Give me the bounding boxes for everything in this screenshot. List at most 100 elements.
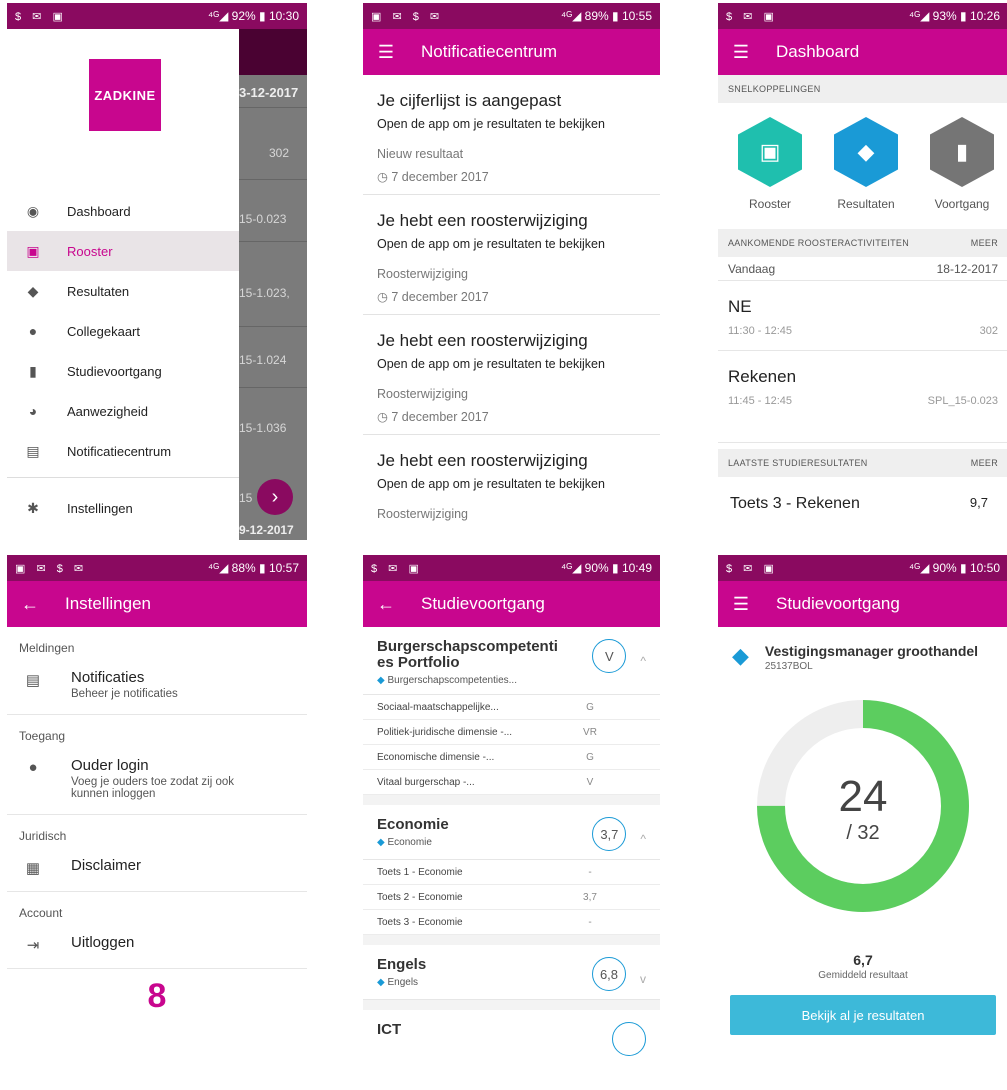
row-grade: G [586, 751, 594, 763]
menu-item-aanwezigheid[interactable]: ◕ Aanwezigheid [7, 391, 239, 431]
course-header[interactable]: Economie ◆ Economie 3,7 ^ [363, 805, 660, 860]
background-cell: 302 [269, 146, 290, 160]
person-icon: ● [28, 323, 38, 339]
result-row: Toets 1 - Economie - [363, 860, 660, 885]
course-name: Burgerschapscompetenti es Portfolio [377, 638, 558, 671]
status-icons: $ ✉ ▣ [371, 562, 423, 575]
status-icons: $ ✉ ▣ [15, 10, 67, 23]
chevron-up-icon[interactable]: ^ [640, 654, 646, 668]
menu-item-instellingen[interactable]: ✱ Instellingen [7, 488, 239, 528]
back-arrow-icon[interactable]: ← [19, 594, 41, 615]
notification-date: ◷ 7 december 2017 [377, 170, 489, 184]
menu-item-collegekaart[interactable]: ● Collegekaart [7, 311, 239, 351]
status-icons: ▣ ✉ $ ✉ [371, 10, 444, 23]
notification-category: Roosterwijziging [377, 387, 469, 401]
setting-disclaimer[interactable]: ▦ Disclaimer [7, 857, 307, 891]
result-item[interactable]: Toets 3 - Rekenen 9,7 [718, 477, 1007, 513]
program-code: 25137BOL [764, 661, 813, 672]
setting-ouder-login[interactable]: ● Ouder login Voeg je ouders toe zodat zi… [7, 757, 307, 814]
day-date: 18-12-2017 [936, 261, 998, 276]
result-row: Politiek-juridische dimensie -... VR [363, 720, 660, 745]
section-title: SNELKOPPELINGEN [728, 84, 821, 94]
menu-item-label: Instellingen [67, 500, 133, 516]
status-bar: $ ✉ ▣ ⁴ᴳ◢ 93% ▮ 10:26 [718, 3, 1007, 29]
shortcut-resultaten[interactable]: ◆ Resultaten [826, 117, 906, 229]
app-bar: ← Instellingen [7, 581, 307, 627]
background-date: 3-12-2017 [239, 85, 299, 100]
average-value: 6,7 [853, 952, 873, 968]
hamburger-menu-icon[interactable]: ☰ [730, 594, 752, 615]
menu-item-dashboard[interactable]: ◉ Dashboard [7, 191, 239, 231]
logout-icon: ⇥ [26, 937, 40, 954]
setting-uitloggen[interactable]: ⇥ Uitloggen [7, 934, 307, 968]
status-icons: $ ✉ ▣ [726, 10, 778, 23]
calendar-icon: ▣ [738, 117, 802, 187]
menu-item-label: Resultaten [67, 283, 130, 299]
menu-item-resultaten[interactable]: ◆ Resultaten [7, 271, 239, 311]
shortcut-label: Voortgang [934, 197, 990, 211]
activity-time: 11:30 - 12:45 [728, 325, 793, 337]
activity-item[interactable]: Rekenen 11:45 - 12:45 SPL_15-0.023 [718, 351, 1007, 443]
course-header[interactable]: Burgerschapscompetenti es Portfolio ◆ Bu… [363, 627, 660, 695]
setting-notificaties[interactable]: ▤ Notificaties Beheer je notificaties [7, 669, 307, 714]
setting-title: Ouder login [71, 757, 149, 774]
chevron-down-icon[interactable]: v [640, 972, 646, 986]
course-subtitle: ◆ Economie [377, 837, 449, 848]
notification-item[interactable]: Je hebt een roosterwijziging Open de app… [363, 195, 660, 315]
row-label: Toets 2 - Economie [377, 891, 463, 903]
activity-item[interactable]: NE 11:30 - 12:45 302 [718, 281, 1007, 351]
menu-item-notificatiecentrum[interactable]: ▤ Notificatiecentrum [7, 431, 239, 471]
status-icons: ▣ ✉ $ ✉ [15, 562, 88, 575]
notification-item[interactable]: Je cijferlijst is aangepast Open de app … [363, 75, 660, 195]
menu-item-studievoortgang[interactable]: ▮ Studievoortgang [7, 351, 239, 391]
app-bar: ☰ Dashboard [718, 29, 1007, 75]
divider [363, 795, 660, 805]
message-icon: ▤ [25, 672, 41, 689]
graduation-cap-icon: ◆ [834, 117, 898, 187]
menu-item-rooster[interactable]: ▣ Rooster [7, 231, 239, 271]
notification-date: ◷ 7 december 2017 [377, 410, 489, 424]
row-grade: - [588, 866, 592, 878]
notification-subtitle: Open de app om je resultaten te bekijken [377, 357, 605, 371]
section-header: SNELKOPPELINGEN [718, 75, 1007, 103]
grade-badge: 6,8 [592, 957, 626, 991]
notification-item[interactable]: Je hebt een roosterwijziging Open de app… [363, 315, 660, 435]
hamburger-menu-icon[interactable]: ☰ [730, 42, 752, 63]
course-header[interactable]: Engels ◆ Engels 6,8 v [363, 945, 660, 1000]
shortcut-voortgang[interactable]: ▮ Voortgang [922, 117, 1002, 229]
grade-badge: 3,7 [592, 817, 627, 851]
row-label: Economische dimensie -... [377, 751, 495, 763]
status-bar: $ ✉ ▣ ⁴ᴳ◢ 90% ▮ 10:49 [363, 555, 660, 581]
notification-category: Roosterwijziging [377, 507, 469, 521]
chevron-right-icon: › [271, 485, 279, 508]
chevron-up-icon[interactable]: ^ [640, 832, 646, 846]
status-bar: ▣ ✉ $ ✉ ⁴ᴳ◢ 88% ▮ 10:57 [7, 555, 307, 581]
notification-subtitle: Open de app om je resultaten te bekijken [377, 117, 605, 131]
settings-group-juridisch: Juridisch ▦ Disclaimer [7, 815, 307, 892]
menu-item-label: Rooster [67, 243, 113, 259]
app-bar: ← Studievoortgang [363, 581, 660, 627]
page-title: Instellingen [65, 594, 152, 613]
group-title: Account [19, 906, 63, 920]
result-grade: 9,7 [969, 495, 988, 510]
divider [363, 1000, 660, 1010]
group-title: Toegang [19, 729, 66, 743]
graduation-cap-icon: ◆ [27, 282, 39, 299]
next-fab-button[interactable]: › [257, 479, 293, 515]
page-title: Notificatiecentrum [421, 42, 558, 61]
notification-item[interactable]: Je hebt een roosterwijziging Open de app… [363, 435, 660, 539]
course-header[interactable]: ICT [363, 1010, 660, 1064]
notification-category: Nieuw resultaat [377, 147, 464, 161]
hamburger-menu-icon[interactable]: ☰ [375, 42, 397, 63]
notification-date: ◷ 7 december 2017 [377, 290, 489, 304]
activity-room: SPL_15-0.023 [927, 395, 998, 407]
more-link[interactable]: MEER [971, 458, 998, 468]
progress-ring: 24 / 32 [753, 696, 973, 916]
back-arrow-icon[interactable]: ← [375, 594, 397, 615]
shortcut-rooster[interactable]: ▣ Rooster [730, 117, 810, 229]
more-link[interactable]: MEER [971, 238, 998, 248]
grade-badge: V [592, 639, 627, 673]
course-subtitle-text: Engels [387, 977, 419, 988]
bar-chart-icon: ▮ [29, 362, 37, 379]
view-all-results-button[interactable]: Bekijk al je resultaten [730, 995, 996, 1035]
